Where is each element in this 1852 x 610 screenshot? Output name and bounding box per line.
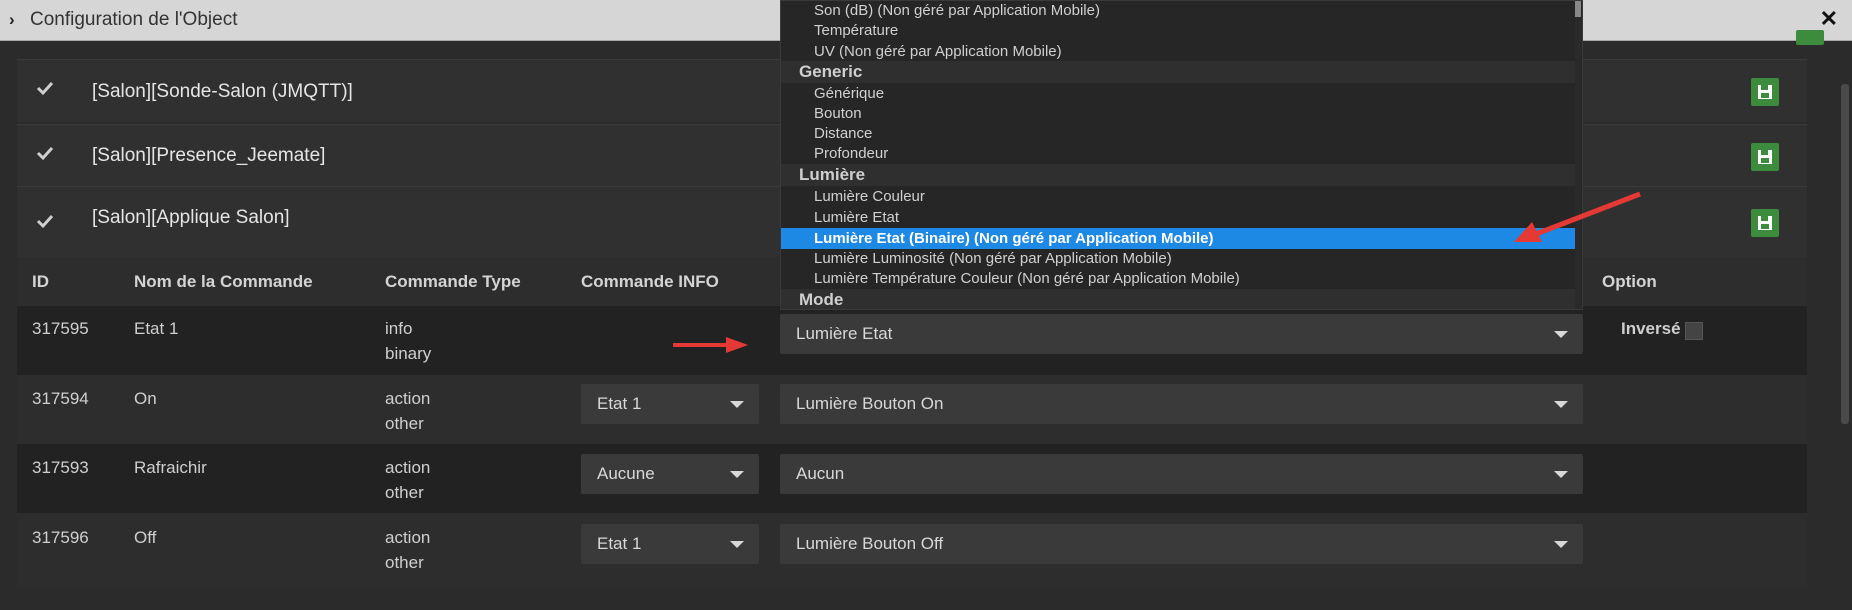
dropdown-option[interactable]: Lumière Température Couleur (Non géré pa… (781, 268, 1577, 289)
chevron-down-icon (1554, 401, 1568, 408)
dropdown-option[interactable]: Température (781, 20, 1577, 41)
cmd-type: action (385, 458, 431, 477)
select-value: Lumière Bouton On (796, 394, 944, 413)
cmd-id: 317593 (32, 458, 89, 477)
window-title: Configuration de l'Object (30, 9, 238, 30)
floppy-icon (1758, 150, 1772, 164)
close-icon[interactable]: ✕ (1820, 6, 1838, 32)
save-button[interactable] (1796, 30, 1824, 45)
dropdown-scrollbar-thumb[interactable] (1575, 1, 1581, 17)
info-select[interactable]: Aucune (581, 454, 759, 494)
chevron-down-icon (1554, 541, 1568, 548)
select-value: Lumière Etat (796, 324, 893, 343)
cmd-name: Off (134, 528, 157, 547)
chevron-down-icon (1554, 331, 1568, 338)
check-icon[interactable] (35, 211, 55, 231)
dropdown-option[interactable]: Distance (781, 123, 1577, 144)
option-label: Inversé (1621, 319, 1681, 338)
info-select[interactable]: Etat 1 (581, 384, 759, 424)
cmd-name: On (134, 389, 157, 408)
generic-type-select[interactable]: Lumière Etat (780, 314, 1583, 354)
cmd-subtype: binary (385, 344, 432, 363)
header-info: Commande INFO (581, 272, 719, 291)
dropdown-group: Lumière (781, 164, 1577, 186)
dropdown-option[interactable]: Bouton (781, 103, 1577, 124)
cmd-subtype: other (385, 414, 424, 433)
cmd-name: Rafraichir (134, 458, 207, 477)
cmd-type: action (385, 389, 431, 408)
floppy-icon (1758, 85, 1772, 99)
check-icon[interactable] (35, 78, 55, 98)
cmd-subtype: other (385, 483, 424, 502)
cmd-type: action (385, 528, 431, 547)
chevron-down-icon (730, 541, 744, 548)
dropdown-scrollbar[interactable] (1575, 1, 1581, 309)
select-value: Aucune (597, 464, 655, 483)
header-option: Option (1602, 272, 1657, 291)
save-button[interactable] (1751, 143, 1779, 171)
equipment-name: [Salon][Presence_Jeemate] (92, 145, 326, 166)
dropdown-option[interactable]: Lumière Couleur (781, 186, 1577, 207)
dropdown-option[interactable]: Générique (781, 83, 1577, 104)
generic-type-select[interactable]: Lumière Bouton On (780, 384, 1583, 424)
dropdown-group: Mode (781, 289, 1577, 309)
select-value: Lumière Bouton Off (796, 534, 944, 553)
dropdown-option[interactable]: UV (Non géré par Application Mobile) (781, 41, 1577, 62)
dropdown-option[interactable]: Lumière Luminosité (Non géré par Applica… (781, 248, 1577, 269)
cmd-subtype: other (385, 553, 424, 572)
annotation-arrow-icon (673, 337, 748, 353)
chevron-down-icon (730, 401, 744, 408)
header-id: ID (32, 272, 49, 291)
generic-type-select[interactable]: Lumière Bouton Off (780, 524, 1583, 564)
generic-type-select[interactable]: Aucun (780, 454, 1583, 494)
annotation-arrow-icon (1514, 191, 1641, 242)
chevron-right-icon[interactable]: › (9, 10, 15, 30)
equipment-name: [Salon][Sonde-Salon (JMQTT)] (92, 81, 353, 102)
dropdown-option[interactable]: Lumière Etat (781, 207, 1577, 228)
header-type: Commande Type (385, 272, 521, 291)
info-select[interactable]: Etat 1 (581, 524, 759, 564)
save-button[interactable] (1751, 209, 1779, 237)
page-scrollbar-thumb[interactable] (1841, 84, 1849, 424)
chevron-down-icon (730, 471, 744, 478)
dropdown-option-selected[interactable]: Lumière Etat (Binaire) (Non géré par App… (781, 228, 1577, 249)
generic-type-dropdown-list[interactable]: Son (dB) (Non géré par Application Mobil… (780, 0, 1583, 310)
equipment-name: [Salon][Applique Salon] (92, 207, 290, 228)
header-name: Nom de la Commande (134, 272, 313, 291)
dropdown-option[interactable]: Son (dB) (Non géré par Application Mobil… (781, 1, 1577, 21)
cmd-name: Etat 1 (134, 319, 179, 338)
cmd-id: 317594 (32, 389, 89, 408)
dropdown-option[interactable]: Profondeur (781, 143, 1577, 164)
save-button[interactable] (1751, 78, 1779, 106)
cmd-id: 317596 (32, 528, 89, 547)
chevron-down-icon (1554, 471, 1568, 478)
floppy-icon (1758, 216, 1772, 230)
select-value: Etat 1 (597, 534, 642, 553)
select-value: Aucun (796, 464, 845, 483)
check-icon[interactable] (35, 143, 55, 163)
dropdown-group: Generic (781, 61, 1577, 83)
cmd-id: 317595 (32, 319, 89, 338)
invert-checkbox[interactable] (1685, 322, 1703, 340)
select-value: Etat 1 (597, 394, 642, 413)
cmd-type: info (385, 319, 413, 338)
